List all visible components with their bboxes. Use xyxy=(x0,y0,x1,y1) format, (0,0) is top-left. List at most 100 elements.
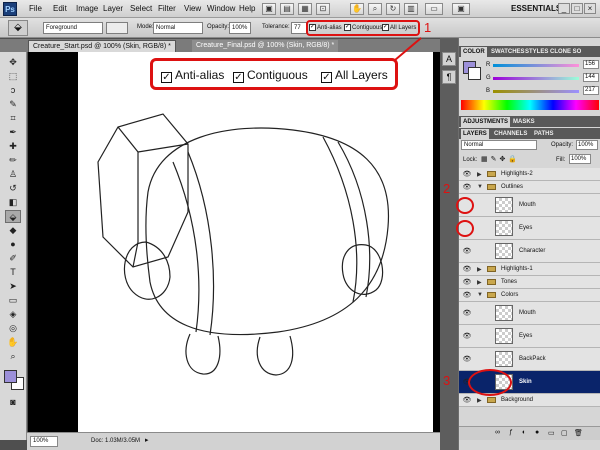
layer-row[interactable]: 👁 ▼ Colors xyxy=(459,289,600,302)
character-panel-icon[interactable]: A xyxy=(442,52,456,66)
brush-tool-icon[interactable]: ✏ xyxy=(5,154,21,167)
layer-row[interactable]: Mouth xyxy=(459,194,600,217)
g-slider[interactable] xyxy=(493,77,579,80)
foreground-color-swatch-front[interactable] xyxy=(4,370,17,383)
minimize-icon[interactable]: _ xyxy=(558,3,570,14)
marquee-tool-icon[interactable]: ⬚ xyxy=(5,70,21,83)
g-value[interactable]: 144 xyxy=(583,73,599,82)
link-icon[interactable]: ∞ xyxy=(495,429,500,436)
paragraph-panel-icon[interactable]: ¶ xyxy=(442,70,456,84)
layer-row[interactable]: 👁 ▶ Highlights-1 xyxy=(459,263,600,276)
tab-creature-final[interactable]: Creature_Final.psd @ 100% (Skin, RGB/8) … xyxy=(192,40,339,52)
layer-row[interactable]: Eyes xyxy=(459,217,600,240)
menu-image[interactable]: Image xyxy=(76,4,98,13)
layer-row[interactable]: 👁 ▶ Highlights-2 xyxy=(459,168,600,181)
document-canvas[interactable] xyxy=(78,52,433,432)
workspace-switcher[interactable]: ESSENTIALS xyxy=(511,4,561,13)
visibility-eye-icon[interactable]: 👁 xyxy=(461,265,473,273)
tab-styles[interactable]: STYLES xyxy=(523,47,550,57)
visibility-eye-icon[interactable]: 👁 xyxy=(461,332,473,340)
layer-row[interactable]: 👁 Character xyxy=(459,240,600,263)
lock-icons[interactable]: ▦✎✥🔒 xyxy=(481,155,520,163)
hand-tool-icon[interactable]: ✋ xyxy=(350,3,364,15)
layer-row[interactable]: 👁 BackPack xyxy=(459,348,600,371)
tab-swatches[interactable]: SWATCHES xyxy=(489,47,527,57)
chevron-down-icon[interactable]: ▼ xyxy=(477,292,483,298)
move-tool-icon[interactable]: ✥ xyxy=(5,56,21,69)
dodge-tool-icon[interactable]: ● xyxy=(5,238,21,251)
mode-select[interactable]: Normal xyxy=(153,22,203,34)
quick-select-tool-icon[interactable]: ✎ xyxy=(5,98,21,111)
zoom-tool-icon[interactable]: ⌕ xyxy=(368,3,382,15)
pattern-picker[interactable] xyxy=(106,22,128,34)
tab-creature-start[interactable]: Creature_Start.psd @ 100% (Skin, RGB/8) … xyxy=(28,40,176,52)
folder-icon[interactable]: ▭ xyxy=(548,429,555,437)
tab-clone-source[interactable]: CLONE SO xyxy=(548,47,583,57)
menu-view[interactable]: View xyxy=(184,4,201,13)
visibility-eye-icon[interactable]: 👁 xyxy=(461,291,473,299)
tab-color[interactable]: COLOR xyxy=(461,47,487,57)
visibility-eye-icon[interactable]: 👁 xyxy=(461,247,473,255)
blend-mode-select[interactable]: Normal xyxy=(461,140,537,150)
path-select-tool-icon[interactable]: ➤ xyxy=(5,280,21,293)
adjustment-icon[interactable]: ● xyxy=(535,429,539,436)
bridge-icon[interactable]: ▣ xyxy=(262,3,276,15)
visibility-eye-icon[interactable]: 👁 xyxy=(461,183,473,191)
visibility-eye-icon[interactable]: 👁 xyxy=(461,396,473,404)
crop-tool-icon[interactable]: ⌗ xyxy=(5,112,21,125)
clone-stamp-tool-icon[interactable]: ♙ xyxy=(5,168,21,181)
layer-row[interactable]: 👁 ▶ Background xyxy=(459,394,600,407)
zoom-level-field[interactable]: 100% xyxy=(30,436,58,447)
visibility-eye-icon[interactable]: 👁 xyxy=(461,170,473,178)
color-ramp[interactable] xyxy=(461,100,599,110)
workspace-icon[interactable]: ▣ xyxy=(452,3,470,15)
fill-source-select[interactable]: Foreground xyxy=(43,22,103,34)
rotate-view-icon[interactable]: ↻ xyxy=(386,3,400,15)
chevron-right-icon[interactable]: ▶ xyxy=(477,397,482,404)
status-arrow-icon[interactable]: ▸ xyxy=(145,436,149,444)
menu-edit[interactable]: Edit xyxy=(53,4,67,13)
pen-tool-icon[interactable]: ✐ xyxy=(5,252,21,265)
chevron-down-icon[interactable]: ▼ xyxy=(477,184,483,190)
paint-bucket-preset-icon[interactable]: ⬙ xyxy=(8,20,28,36)
mask-icon[interactable]: ◐ xyxy=(522,429,526,436)
quick-mask-icon[interactable]: ◙ xyxy=(5,396,21,409)
zoom-level-icon[interactable]: ⊡ xyxy=(316,3,330,15)
chevron-right-icon[interactable]: ▶ xyxy=(477,266,482,273)
type-tool-icon[interactable]: T xyxy=(5,266,21,279)
color-panel-background[interactable] xyxy=(468,67,481,80)
chevron-right-icon[interactable]: ▶ xyxy=(477,279,482,286)
paint-bucket-tool-icon[interactable]: ⬙ xyxy=(5,210,21,223)
visibility-eye-icon[interactable]: 👁 xyxy=(461,309,473,317)
eyedropper-tool-icon[interactable]: ✒ xyxy=(5,126,21,139)
b-slider[interactable] xyxy=(493,90,579,93)
r-slider[interactable] xyxy=(493,64,579,67)
canvas-area[interactable] xyxy=(28,52,440,432)
3d-rotate-tool-icon[interactable]: ◈ xyxy=(5,308,21,321)
fx-icon[interactable]: ƒ xyxy=(509,429,513,436)
mini-bridge-icon[interactable]: ▤ xyxy=(280,3,294,15)
blur-tool-icon[interactable]: ◆ xyxy=(5,224,21,237)
visibility-eye-icon[interactable]: 👁 xyxy=(461,278,473,286)
shape-tool-icon[interactable]: ▭ xyxy=(5,294,21,307)
opacity-input[interactable]: 100% xyxy=(229,22,251,34)
layer-row[interactable]: 👁 ▶ Tones xyxy=(459,276,600,289)
trash-icon[interactable]: 🗑 xyxy=(574,429,583,437)
layer-row[interactable]: 👁 Mouth xyxy=(459,302,600,325)
tab-adjustments[interactable]: ADJUSTMENTS xyxy=(461,117,511,127)
layer-row[interactable]: 👁 Eyes xyxy=(459,325,600,348)
menu-help[interactable]: Help xyxy=(239,4,255,13)
tab-masks[interactable]: MASKS xyxy=(511,117,537,127)
zoom-tool-icon[interactable]: ⌕ xyxy=(5,350,21,363)
close-icon[interactable]: × xyxy=(584,3,596,14)
screen-mode-icon[interactable]: ▭ xyxy=(425,3,443,15)
chevron-right-icon[interactable]: ▶ xyxy=(477,171,482,178)
fill-input[interactable]: 100% xyxy=(569,154,591,164)
eraser-tool-icon[interactable]: ◧ xyxy=(5,196,21,209)
new-layer-icon[interactable]: ▢ xyxy=(561,429,568,437)
tolerance-input[interactable]: 77 xyxy=(291,22,307,34)
menu-window[interactable]: Window xyxy=(207,4,235,13)
lasso-tool-icon[interactable]: ↄ xyxy=(5,84,21,97)
tab-paths[interactable]: PATHS xyxy=(532,129,555,139)
hand-tool-icon[interactable]: ✋ xyxy=(5,336,21,349)
